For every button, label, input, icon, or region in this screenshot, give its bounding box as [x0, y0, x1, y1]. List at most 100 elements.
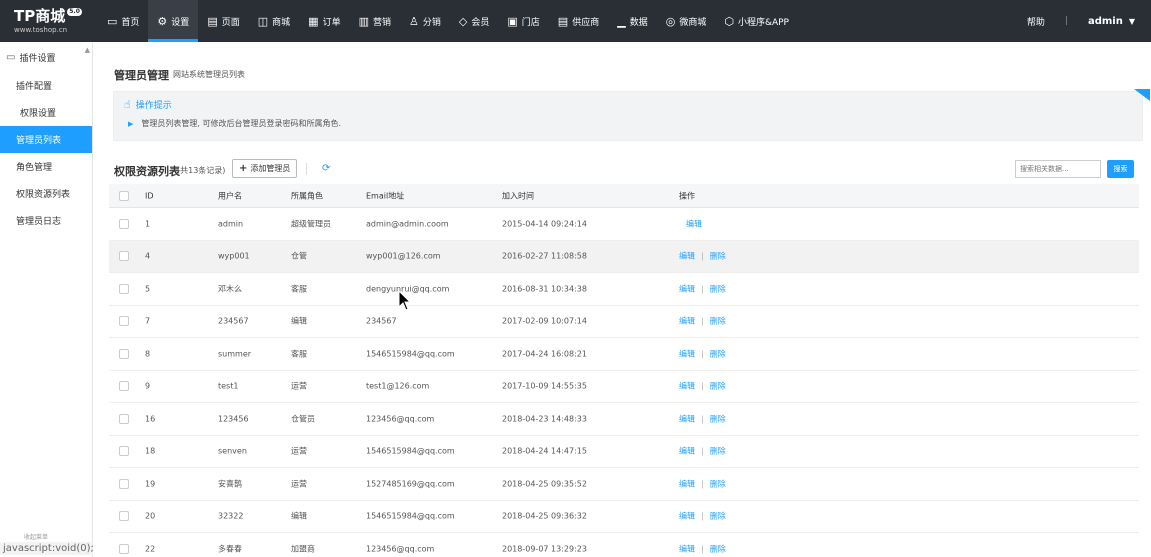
delete-link[interactable]: 删除 — [710, 349, 726, 358]
select-all-checkbox[interactable] — [119, 190, 129, 201]
delete-link[interactable]: 删除 — [710, 512, 726, 521]
nav-item-orders[interactable]: ▦ 订单 — [299, 0, 349, 42]
row-checkbox[interactable] — [119, 478, 129, 489]
nav-item-members[interactable]: ◇ 会员 — [450, 0, 498, 42]
edit-link[interactable]: 编辑 — [679, 414, 695, 423]
edit-link[interactable]: 编辑 — [679, 284, 695, 293]
nav-item-distribution[interactable]: ♙ 分销 — [400, 0, 450, 42]
row-checkbox[interactable] — [119, 316, 129, 327]
table-row: 20 32322 编辑 1546515984@qq.com 2018-04-25 09:… — [109, 501, 1139, 533]
sidebar-item-plugin-config[interactable]: 插件配置 — [0, 72, 92, 99]
edit-link[interactable]: 编辑 — [679, 447, 695, 456]
nav-label: 分销 — [422, 17, 441, 28]
delete-link[interactable]: 删除 — [710, 544, 726, 553]
delete-link[interactable]: 删除 — [710, 252, 726, 261]
cell-email: 1546515984@qq.com — [366, 349, 455, 359]
row-checkbox[interactable] — [119, 543, 129, 554]
col-email: Email地址 — [366, 191, 405, 200]
chevron-down-icon[interactable]: ▼ — [1129, 17, 1135, 26]
nav-item-shop[interactable]: ◫ 商城 — [249, 0, 299, 42]
status-bar-url: 收起菜单 javascript:void(0); — [0, 534, 97, 555]
cell-time: 2016-02-27 11:08:58 — [502, 251, 587, 261]
row-checkbox[interactable] — [119, 251, 129, 262]
nav-item-suppliers[interactable]: ▤ 供应商 — [549, 0, 608, 42]
sidebar: ▭ 插件设置 ▲ 插件配置 权限设置 管理员列表 角色管理 权限资源列表 管理员日… — [0, 42, 97, 557]
search-input[interactable] — [1015, 160, 1101, 178]
cell-id: 8 — [145, 349, 151, 359]
nav-right: 帮助 | admin ▼ — [1027, 0, 1151, 42]
nav-item-wechat-shop[interactable]: ◎ 微商城 — [657, 0, 716, 42]
collapse-hint[interactable]: 收起菜单 — [24, 532, 48, 541]
delete-link[interactable]: 删除 — [710, 382, 726, 391]
sidebar-item-admin-log[interactable]: 管理员日志 — [0, 207, 92, 234]
cell-user: wyp001 — [218, 251, 250, 261]
delete-link[interactable]: 删除 — [710, 447, 726, 456]
delete-link[interactable]: 删除 — [710, 317, 726, 326]
nav-label: 首页 — [121, 17, 140, 28]
edit-link[interactable]: 编辑 — [679, 544, 695, 553]
scroll-up-icon[interactable]: ▲ — [85, 46, 90, 54]
nav-item-pages[interactable]: ▤ 页面 — [198, 0, 248, 42]
nav-item-miniapp[interactable]: ⬡ 小程序&APP — [715, 0, 798, 42]
page-icon: ▤ — [207, 14, 218, 28]
cell-role: 仓管员 — [291, 414, 315, 424]
cell-user: test1 — [218, 381, 239, 391]
refresh-icon[interactable]: ⟳ — [322, 163, 330, 174]
action-divider: | — [701, 316, 704, 326]
edit-link[interactable]: 编辑 — [679, 479, 695, 488]
corner-flag-icon[interactable] — [1134, 89, 1150, 101]
tips-toggle[interactable]: ☝ 操作提示 — [124, 98, 172, 111]
edit-link[interactable]: 编辑 — [679, 349, 695, 358]
cell-time: 2018-09-07 13:29:23 — [502, 544, 587, 554]
cell-time: 2017-10-09 14:55:35 — [502, 381, 587, 391]
help-link[interactable]: 帮助 — [1027, 15, 1045, 28]
edit-link[interactable]: 编辑 — [679, 317, 695, 326]
search-button[interactable]: 搜索 — [1107, 160, 1134, 178]
row-actions: 编辑 | 删除 — [679, 381, 726, 392]
user-menu[interactable]: admin — [1088, 16, 1123, 27]
sidebar-item-resources[interactable]: 权限资源列表 — [0, 180, 92, 207]
cell-time: 2017-02-09 10:07:14 — [502, 316, 587, 326]
cell-time: 2018-04-25 09:36:32 — [502, 511, 587, 521]
nav-item-data[interactable]: ▁ 数据 — [608, 0, 656, 42]
record-count: (共13条记录) — [177, 166, 226, 175]
edit-link[interactable]: 编辑 — [679, 512, 695, 521]
cell-id: 22 — [145, 544, 156, 554]
cell-time: 2018-04-25 09:35:52 — [502, 479, 587, 489]
nav-item-settings[interactable]: ⚙ 设置 — [148, 0, 199, 42]
status-url-text: javascript:void(0); — [3, 543, 94, 554]
row-checkbox[interactable] — [119, 446, 129, 457]
delete-link[interactable]: 删除 — [710, 414, 726, 423]
col-id[interactable]: ID — [145, 191, 154, 200]
sidebar-item-admin-list[interactable]: 管理员列表 — [0, 126, 92, 153]
row-checkbox[interactable] — [119, 218, 129, 229]
supplier-icon: ▤ — [557, 14, 569, 28]
sidebar-head[interactable]: ▭ 插件设置 — [0, 42, 92, 72]
edit-link[interactable]: 编辑 — [679, 382, 695, 391]
row-checkbox[interactable] — [119, 348, 129, 359]
delete-link[interactable]: 删除 — [710, 284, 726, 293]
row-checkbox[interactable] — [119, 413, 129, 424]
add-admin-button[interactable]: + 添加管理员 — [232, 159, 298, 178]
main-nav: ▭ 首页 ⚙ 设置 ▤ 页面 ◫ 商城 ▦ 订单 ▥ 营销 ♙ 分销 ◇ 会员 ▣ 门店 ▤ 供应商… — [98, 0, 798, 42]
nav-item-marketing[interactable]: ▥ 营销 — [350, 0, 400, 42]
edit-link[interactable]: 编辑 — [679, 252, 695, 261]
nav-item-stores[interactable]: ▣ 门店 — [498, 0, 548, 42]
edit-link[interactable]: 编辑 — [686, 218, 702, 229]
sidebar-item-permission-settings[interactable]: 权限设置 — [0, 99, 92, 126]
logo[interactable]: TP商城 5.0 www.toshop.cn — [0, 0, 98, 42]
action-divider: | — [701, 349, 704, 359]
table-row: 16 123456 仓管员 123456@qq.com 2018-04-23 14:48… — [109, 403, 1139, 436]
row-checkbox[interactable] — [119, 511, 129, 522]
store-icon: ▣ — [507, 14, 518, 28]
delete-link[interactable]: 删除 — [710, 479, 726, 488]
row-checkbox[interactable] — [119, 381, 129, 392]
action-divider: | — [701, 511, 704, 521]
cell-role: 超级管理员 — [291, 219, 331, 229]
nav-item-home[interactable]: ▭ 首页 — [98, 0, 148, 42]
cell-role: 仓管 — [291, 251, 307, 261]
nav-label: 商城 — [272, 17, 291, 28]
cell-email: 1546515984@qq.com — [366, 446, 455, 456]
sidebar-item-roles[interactable]: 角色管理 — [0, 153, 92, 180]
row-checkbox[interactable] — [119, 283, 129, 294]
